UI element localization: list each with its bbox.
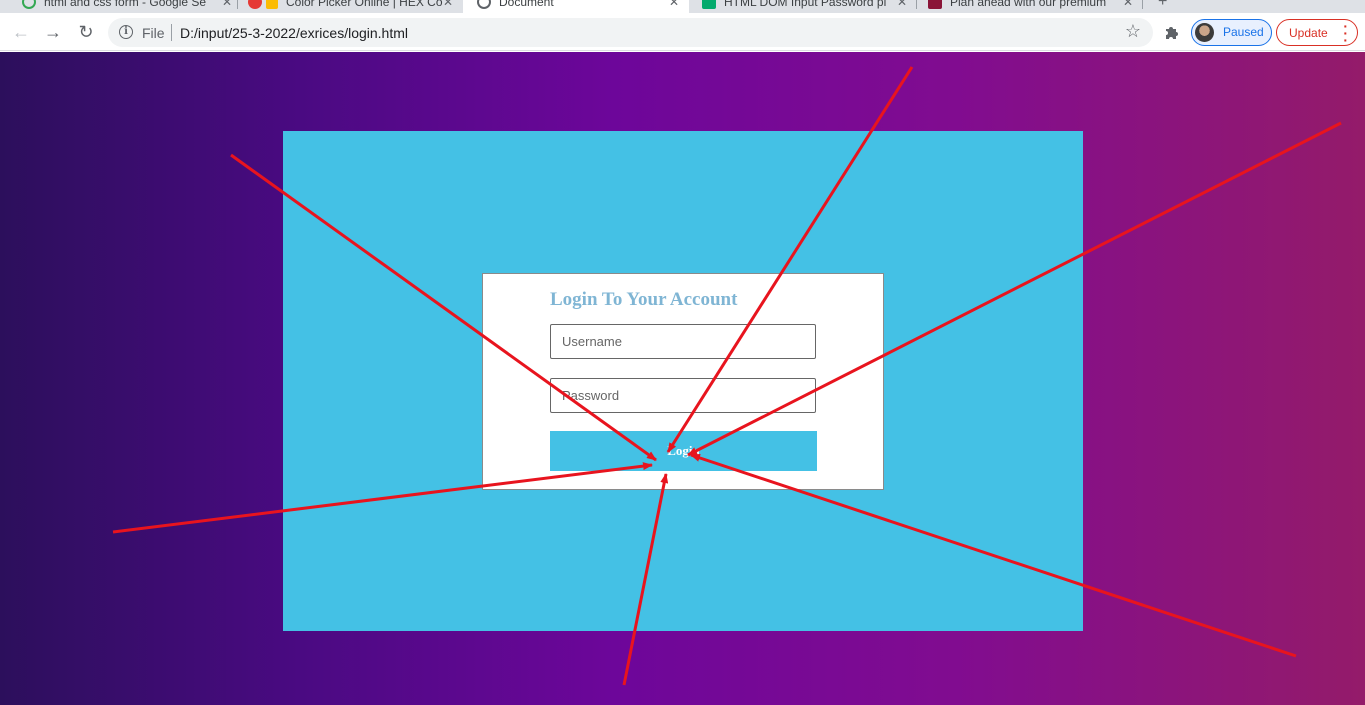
tab-close-icon[interactable]: ✕ (897, 0, 907, 9)
avatar (1195, 23, 1214, 42)
tab-title: html and css form - Google Se (44, 0, 207, 9)
update-button[interactable]: Update · · · (1276, 18, 1358, 48)
tab-title: Plan ahead with our premium (950, 0, 1107, 9)
plus-icon: + (1158, 0, 1168, 10)
login-card: Login To Your Account Login (482, 273, 884, 490)
address-bar[interactable]: i File D:/input/25-3-2022/exrices/login.… (108, 18, 1153, 47)
google-favicon-icon (22, 0, 36, 9)
browser-toolbar: ← → ↻ i File D:/input/25-3-2022/exrices/… (0, 13, 1365, 51)
tab-divider (1142, 0, 1143, 9)
tab-strip: html and css form - Google Se ✕ Color Pi… (0, 0, 1365, 13)
arrow-left-icon: ← (12, 22, 30, 42)
login-button[interactable]: Login (550, 431, 817, 471)
arrow-right-icon: → (44, 22, 62, 42)
tab-google-search[interactable]: html and css form - Google Se ✕ (22, 0, 232, 13)
reload-button[interactable]: ↻ (75, 21, 97, 43)
tab-close-icon[interactable]: ✕ (222, 0, 232, 9)
tab-document[interactable]: Document ✕ (463, 0, 689, 13)
username-input[interactable] (550, 324, 816, 359)
form-title: Login To Your Account (550, 289, 738, 310)
profile-button[interactable]: Paused (1191, 19, 1272, 46)
tab-html-dom[interactable]: HTML DOM Input Password pl ✕ (702, 0, 907, 13)
tab-title: Document (499, 0, 554, 9)
reload-icon: ↻ (78, 22, 94, 42)
url-text[interactable]: D:/input/25-3-2022/exrices/login.html (180, 25, 408, 41)
page-background: Login To Your Account Login (0, 52, 1365, 705)
globe-favicon-icon (477, 0, 491, 9)
address-divider (171, 24, 172, 41)
tab-close-icon[interactable]: ✕ (669, 0, 679, 9)
tab-premium-plan[interactable]: Plan ahead with our premium ✕ (928, 0, 1133, 13)
profile-status: Paused (1223, 25, 1264, 39)
tab-title: Color Picker Online | HEX Co (286, 0, 443, 9)
password-input[interactable] (550, 378, 816, 413)
w3schools-favicon-icon (702, 0, 716, 9)
new-tab-button[interactable]: + (1158, 0, 1172, 13)
folder-favicon-icon (266, 0, 278, 9)
tab-divider (237, 0, 238, 9)
back-button[interactable]: ← (10, 21, 32, 43)
forward-button[interactable]: → (42, 21, 64, 43)
info-icon[interactable]: i (119, 25, 133, 39)
tab-color-picker[interactable]: Color Picker Online | HEX Co ✕ (248, 0, 453, 13)
site-favicon-icon (928, 0, 942, 9)
menu-dots-icon: · · · (1343, 18, 1348, 48)
tab-close-icon[interactable]: ✕ (443, 0, 453, 9)
tab-close-icon[interactable]: ✕ (1123, 0, 1133, 9)
tab-title: HTML DOM Input Password pl (724, 0, 887, 9)
tab-divider (916, 0, 917, 9)
extensions-puzzle-icon[interactable] (1163, 23, 1181, 41)
scheme-label: File (142, 25, 165, 41)
update-label: Update (1289, 26, 1328, 40)
bookmark-star-icon[interactable]: ☆ (1125, 21, 1141, 42)
color-picker-favicon-icon (248, 0, 262, 9)
